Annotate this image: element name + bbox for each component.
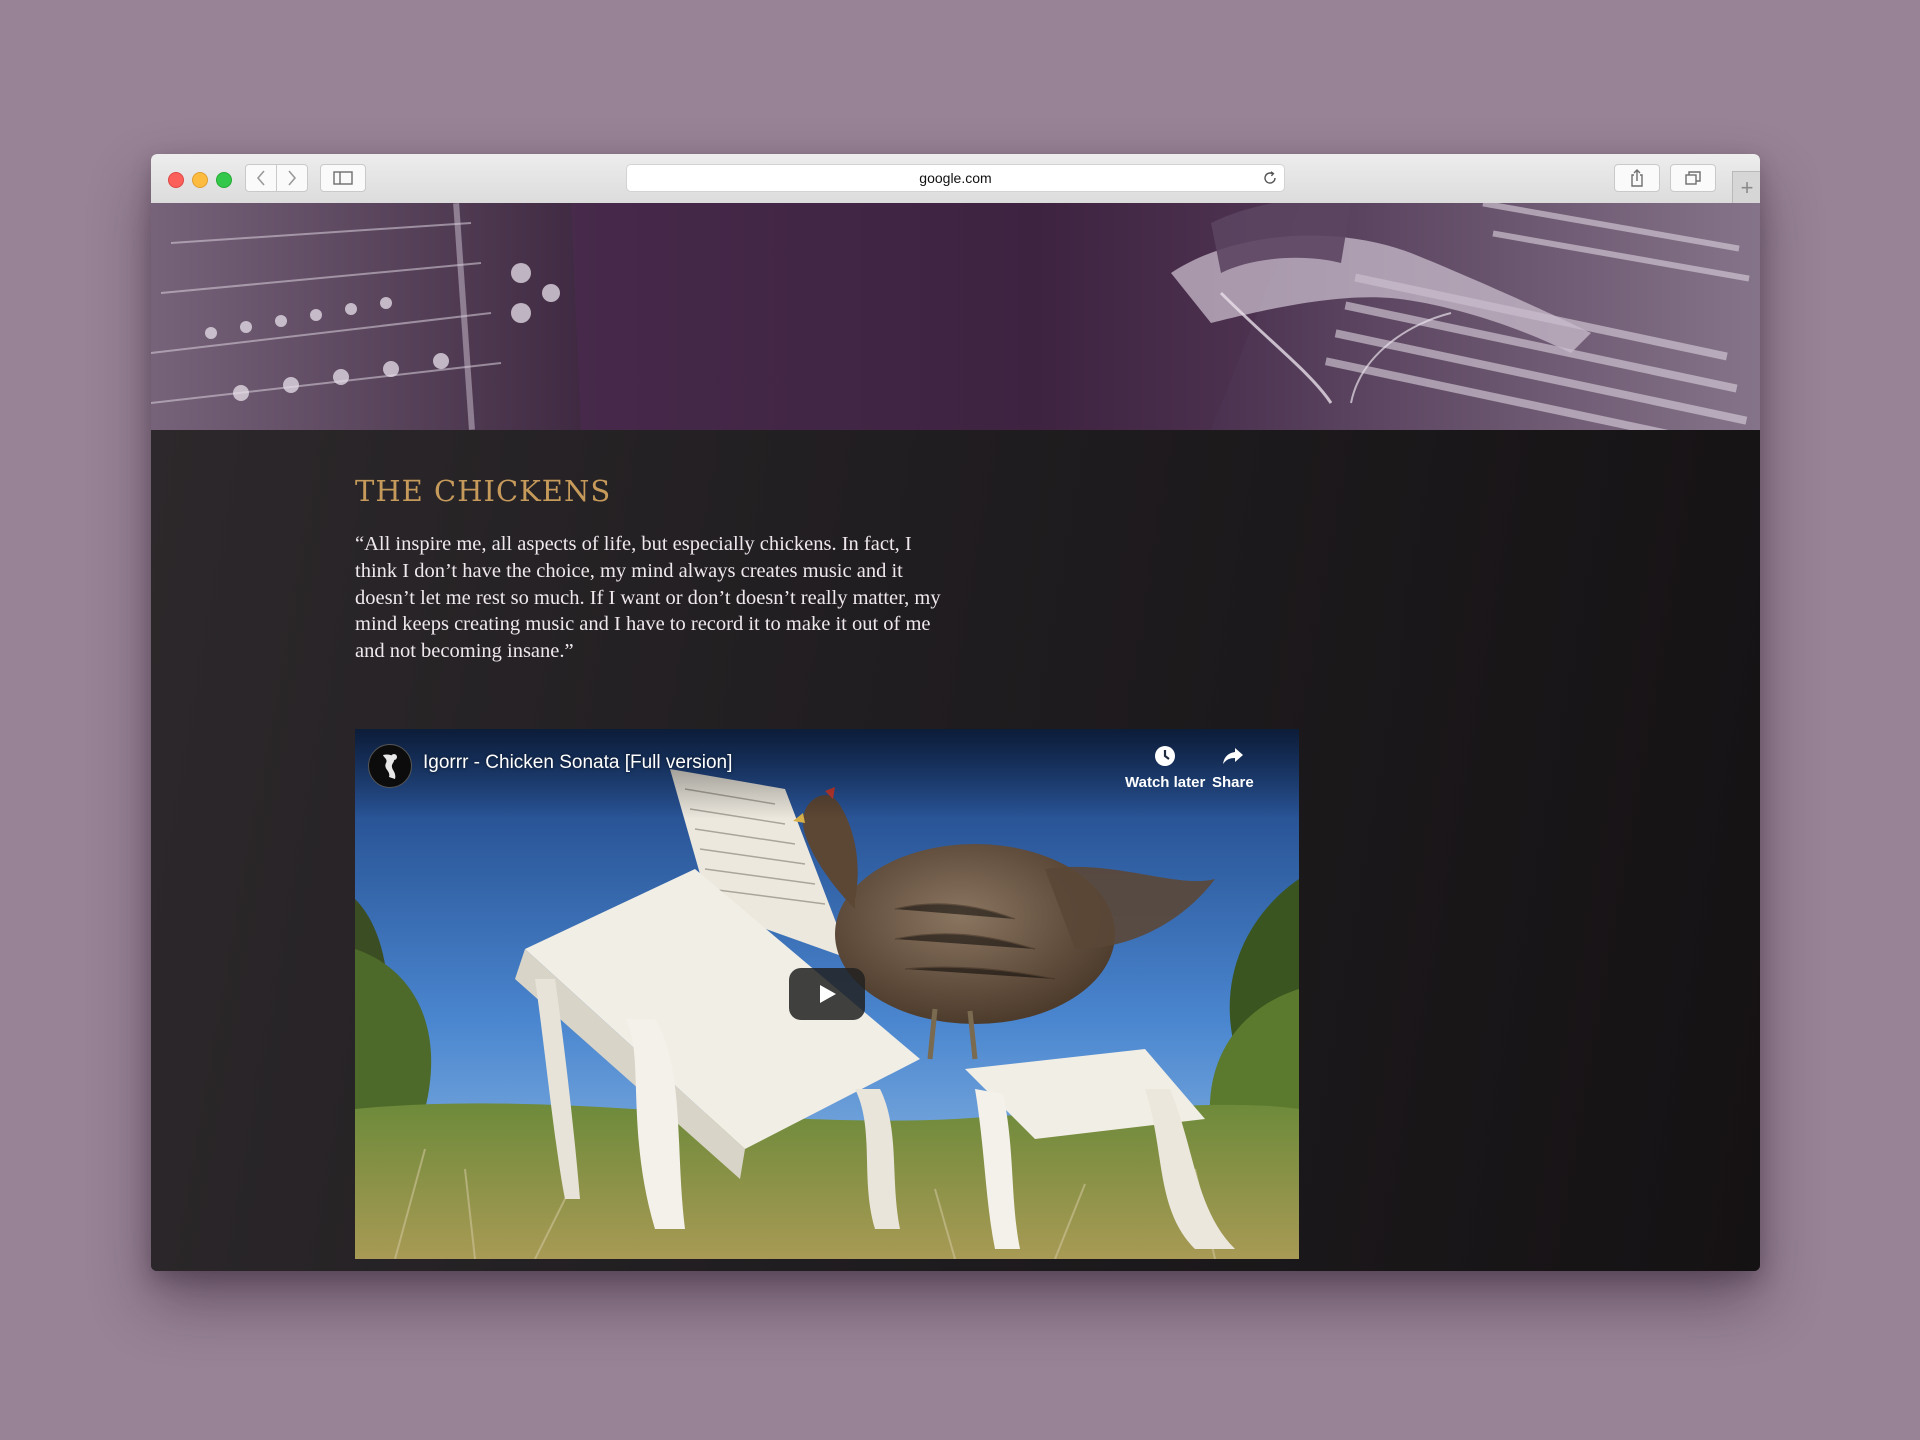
address-bar[interactable]: google.com — [627, 165, 1284, 191]
reload-icon[interactable] — [1262, 170, 1278, 186]
studio-equipment-illustration — [151, 203, 1760, 430]
share-button[interactable] — [1614, 164, 1660, 192]
clock-icon — [1155, 746, 1176, 766]
channel-avatar[interactable] — [368, 744, 412, 788]
video-share-button[interactable]: Share — [1212, 744, 1254, 791]
web-page: THE CHICKENS “All inspire me, all aspect… — [151, 203, 1760, 1271]
youtube-video-embed[interactable]: Igorrr - Chicken Sonata [Full version] W… — [355, 729, 1299, 1259]
play-button[interactable] — [789, 968, 865, 1020]
minimize-window-button[interactable] — [192, 172, 208, 188]
watch-later-button[interactable]: Watch later — [1125, 744, 1205, 791]
chevron-right-icon — [288, 170, 297, 186]
share-icon — [1631, 169, 1643, 187]
video-title[interactable]: Igorrr - Chicken Sonata [Full version] — [423, 752, 732, 774]
back-button[interactable] — [245, 164, 277, 192]
zoom-window-button[interactable] — [216, 172, 232, 188]
video-top-bar: Igorrr - Chicken Sonata [Full version] W… — [355, 729, 1299, 819]
show-tabs-button[interactable] — [1670, 164, 1716, 192]
tabs-overview-icon — [1685, 171, 1701, 185]
artist-quote: “All inspire me, all aspects of life, bu… — [355, 533, 941, 663]
forward-button[interactable] — [276, 164, 308, 192]
sidebar-toggle-button[interactable] — [320, 164, 366, 192]
new-tab-button[interactable]: + — [1732, 171, 1760, 204]
section-title: THE CHICKENS — [355, 474, 612, 508]
browser-toolbar: google.com + — [151, 154, 1760, 204]
share-arrow-icon — [1222, 748, 1243, 764]
sidebar-icon — [333, 171, 353, 185]
play-icon — [820, 985, 836, 1003]
share-label: Share — [1212, 774, 1254, 791]
watch-later-label: Watch later — [1125, 774, 1206, 791]
url-text: google.com — [919, 170, 992, 186]
chickens-section: THE CHICKENS “All inspire me, all aspect… — [151, 430, 1760, 1271]
hero-banner-image — [151, 203, 1760, 430]
channel-logo-icon — [383, 754, 397, 779]
browser-window: google.com + THE CHICKENS “All inspire m… — [151, 154, 1760, 1271]
chevron-left-icon — [256, 170, 265, 186]
close-window-button[interactable] — [168, 172, 184, 188]
